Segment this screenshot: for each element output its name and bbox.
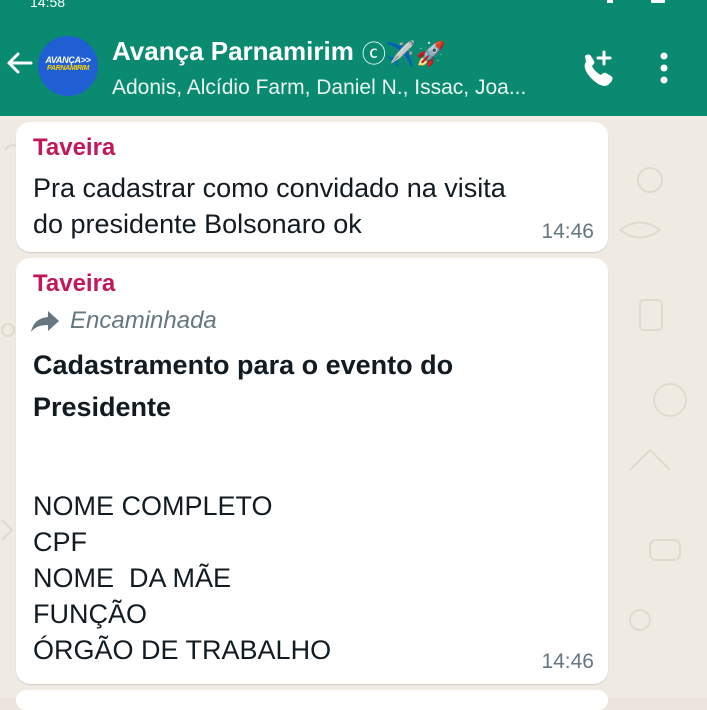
message-bubble[interactable]: Taveira Pra cadastrar como convidado na … (16, 122, 608, 252)
group-avatar[interactable]: AVANÇA>> PARNAMIRIM (38, 36, 98, 96)
list-item: NOME COMPLETO (33, 491, 273, 521)
status-bar: 14:58 (0, 0, 707, 14)
avatar-logo-subtext: PARNAMIRIM (47, 65, 89, 72)
group-name: Avança Parnamirim (112, 36, 354, 66)
group-title[interactable]: Avança Parnamirim ⓒ✈️🚀 (112, 34, 446, 69)
list-item: ÓRGÃO DE TRABALHO (33, 635, 332, 665)
more-vertical-icon[interactable] (654, 50, 674, 86)
phone-plus-icon[interactable] (576, 48, 616, 88)
forward-arrow-icon (31, 311, 59, 332)
next-message-bubble[interactable] (16, 690, 608, 710)
forwarded-indicator: Encaminhada (30, 307, 217, 335)
list-item: CPF (33, 527, 87, 557)
group-name-emojis: ⓒ✈️🚀 (361, 41, 446, 68)
avatar-logo-text: AVANÇA>> (45, 55, 91, 65)
list-item: NOME DA MÃE (33, 563, 232, 593)
message-bubble-forwarded[interactable]: Taveira Encaminhada Cadastramento para o… (16, 258, 608, 684)
list-item: FUNÇÃO (33, 599, 147, 629)
chat-header: AVANÇA>> PARNAMIRIM Avança Parnamirim ⓒ✈… (0, 14, 707, 116)
field-list: NOME COMPLETO CPF NOME DA MÃE FUNÇÃO ÓRG… (33, 488, 331, 668)
message-text: Pra cadastrar como convidado na visita d… (33, 173, 506, 239)
message-sender[interactable]: Taveira (33, 134, 115, 162)
status-time: 14:58 (30, 0, 66, 10)
status-icons (607, 0, 665, 3)
message-title: Cadastramento para o evento do President… (33, 350, 454, 422)
message-time: 14:46 (541, 650, 594, 673)
message-sender[interactable]: Taveira (33, 270, 115, 298)
message-time: 14:46 (541, 220, 594, 243)
group-members[interactable]: Adonis, Alcídio Farm, Daniel N., Issac, … (112, 76, 526, 100)
forwarded-label: Encaminhada (70, 307, 217, 334)
arrow-left-icon[interactable] (4, 48, 34, 78)
